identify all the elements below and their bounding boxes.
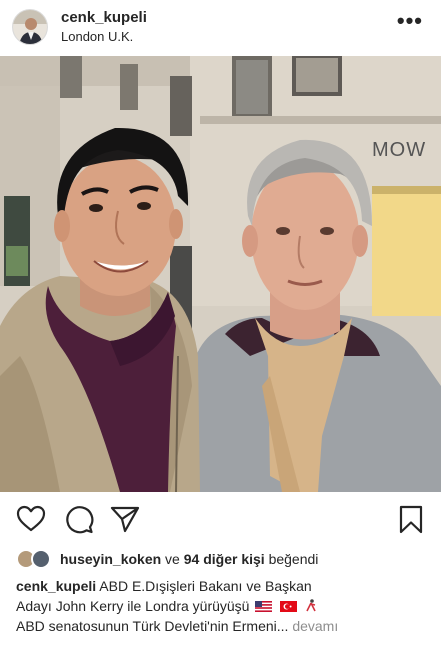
caption-text-3: ABD senatosunun Türk Devleti'nin Ermeni.… [16,618,289,634]
liker-avatar [31,549,51,569]
caption-text-1: ABD E.Dışişleri Bakanı ve Başkan [99,578,312,594]
caption-line-3: ABD senatosunun Türk Devleti'nin Ermeni.… [16,616,428,636]
caption-username[interactable]: cenk_kupeli [16,578,96,594]
post-location[interactable]: London U.K. [61,28,147,46]
first-liker[interactable]: huseyin_koken [60,551,161,567]
likes-summary[interactable]: huseyin_koken ve 94 diğer kişi beğendi [16,548,318,570]
us-flag-icon [255,597,273,612]
comment-icon[interactable] [64,504,94,534]
more-options-icon[interactable]: ••• [397,10,423,32]
caption-more-link[interactable]: devamı [292,618,338,634]
post-header: cenk_kupeli London U.K. ••• [0,0,441,56]
caption-text-2: Adayı John Kerry ile Londra yürüyüşü [16,598,250,614]
heart-icon[interactable] [16,504,46,534]
post-caption: cenk_kupeli ABD E.Dışişleri Bakanı ve Ba… [16,576,428,636]
post-username[interactable]: cenk_kupeli [61,9,147,26]
likes-suffix: beğendi [268,551,319,567]
share-icon[interactable] [110,504,140,534]
caption-line-1: cenk_kupeli ABD E.Dışişleri Bakanı ve Ba… [16,576,428,596]
bookmark-icon[interactable] [396,504,426,534]
svg-text:MOW: MOW [372,139,426,161]
action-bar [0,496,441,544]
likes-connector: ve [165,551,180,567]
turkey-flag-icon [280,597,298,612]
person-icon [305,597,317,612]
likes-others-count[interactable]: 94 diğer kişi [184,551,265,567]
post-photo[interactable]: MOW [0,56,441,492]
caption-line-2: Adayı John Kerry ile Londra yürüyüşü [16,596,428,616]
liker-avatars [16,549,54,569]
profile-avatar[interactable] [12,9,48,45]
